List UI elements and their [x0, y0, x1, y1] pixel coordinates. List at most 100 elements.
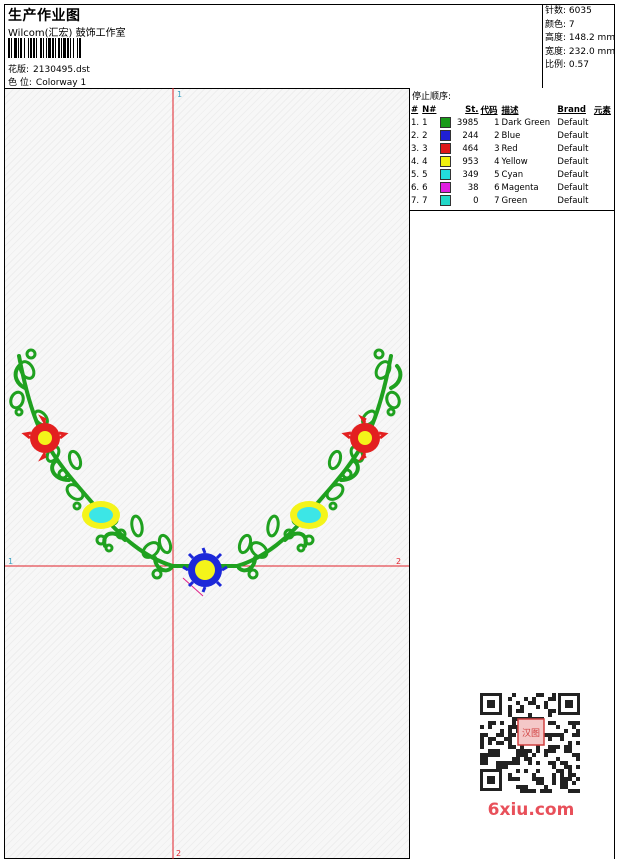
sheet-title: 生产作业图: [8, 8, 81, 24]
col-code: 代码: [480, 105, 498, 116]
guide-label-right: 2: [396, 557, 401, 566]
stat-stitches: 针数: 6035: [545, 6, 592, 16]
row-needle: 2: [422, 130, 428, 141]
swatch-icon: [440, 182, 452, 193]
row-element: [593, 142, 614, 155]
row-brand: Default: [557, 169, 589, 180]
row-stitches: 349: [462, 169, 479, 180]
row-brand: Default: [557, 130, 589, 141]
stat-scale: 比例: 0.57: [545, 60, 589, 70]
stat-width: 宽度: 232.0 mm: [545, 46, 616, 57]
stats-box: 针数: 6035 颜色: 7 高度: 148.2 mm 宽度: 232.0 mm…: [542, 5, 616, 88]
table-row: 1. 1 3985 1 Dark Green Default: [410, 116, 614, 129]
yellow-flower-right: [290, 501, 328, 529]
watermark: 汉图 6xiu.com: [472, 685, 590, 820]
row-brand: Default: [557, 143, 589, 154]
yellow-flower-left: [82, 501, 120, 529]
row-needle: 4: [422, 156, 428, 167]
stop-sequence-table: # N# St. 代码 描述 Brand 元素 1. 1 3985 1 Dark Gre…: [410, 103, 614, 207]
table-row: 3. 3 464 3 Red Default: [410, 142, 614, 155]
row-brand: Default: [557, 182, 589, 193]
row-element: [593, 129, 614, 142]
row-element: [593, 181, 614, 194]
production-sheet: 生产作业图 Wilcom(汇宏) 鼓饰工作室 花版: 2130495.dst 色 …: [4, 4, 615, 859]
row-index: 6.: [411, 182, 420, 193]
table-row: 4. 4 953 4 Yellow Default: [410, 155, 614, 168]
col-index: #: [411, 104, 419, 115]
leaf-outlines: [9, 348, 401, 580]
row-code: 1: [494, 117, 500, 128]
design-canvas: 1 2 1 2: [5, 88, 410, 859]
row-code: 6: [494, 182, 500, 193]
row-needle: 3: [422, 143, 428, 154]
colorway: 色 位: Colorway 1: [8, 75, 86, 88]
row-index: 4.: [411, 156, 420, 167]
row-brand: Default: [557, 117, 589, 128]
row-description: Blue: [501, 130, 521, 141]
row-needle: 7: [422, 195, 428, 206]
swatch-icon: [440, 143, 452, 154]
row-code: 7: [494, 195, 500, 206]
row-index: 7.: [411, 195, 420, 206]
row-element: [593, 168, 614, 181]
swatch-icon: [440, 117, 452, 128]
color-swatch: [439, 181, 453, 194]
row-needle: 5: [422, 169, 428, 180]
color-swatch: [439, 129, 453, 142]
row-index: 2.: [411, 130, 420, 141]
colorway-value: Colorway 1: [35, 78, 87, 88]
seal-text: 汉图: [522, 728, 540, 739]
table-row: 6. 6 38 6 Magenta Default: [410, 181, 614, 194]
swatch-icon: [440, 195, 452, 206]
swatch-icon: [440, 169, 452, 180]
pattern-file: 花版: 2130495.dst: [8, 62, 90, 75]
colorway-label: 色 位:: [8, 78, 32, 88]
row-stitches: 3985: [456, 117, 479, 128]
stop-sequence-title: 停止顺序:: [412, 92, 452, 102]
row-stitches: 244: [462, 130, 479, 141]
row-description: Magenta: [501, 182, 539, 193]
row-description: Green: [501, 195, 528, 206]
stat-height: 高度: 148.2 mm: [545, 33, 616, 43]
row-description: Yellow: [501, 156, 528, 167]
row-description: Cyan: [501, 169, 524, 180]
row-description: Dark Green: [501, 117, 551, 128]
barcode: [8, 38, 148, 58]
color-swatch: [439, 142, 453, 155]
row-code: 5: [494, 169, 500, 180]
col-needle: N#: [422, 104, 437, 115]
row-stitches: 38: [467, 182, 479, 193]
col-element: 元素: [593, 105, 611, 116]
row-code: 3: [494, 143, 500, 154]
row-needle: 1: [422, 117, 428, 128]
watermark-text: 6xiu.com: [488, 800, 575, 820]
swatch-icon: [440, 156, 452, 167]
sheet-header: 生产作业图 Wilcom(汇宏) 鼓饰工作室 花版: 2130495.dst 色 …: [5, 5, 616, 89]
col-description: 描述: [501, 105, 519, 116]
color-swatch: [439, 116, 453, 129]
guide-label-bottom: 2: [176, 849, 181, 858]
row-stitches: 0: [473, 195, 479, 206]
table-row: 2. 2 244 2 Blue Default: [410, 129, 614, 142]
table-row: 7. 7 0 7 Green Default: [410, 194, 614, 207]
guide-label-left: 1: [8, 557, 13, 566]
row-index: 5.: [411, 169, 420, 180]
row-code: 4: [494, 156, 500, 167]
row-element: [593, 116, 614, 129]
table-row: 5. 5 349 5 Cyan Default: [410, 168, 614, 181]
swatch-icon: [440, 130, 452, 141]
blue-flower-center: [182, 547, 228, 593]
row-brand: Default: [557, 195, 589, 206]
col-stitches: St.: [465, 104, 479, 115]
row-brand: Default: [557, 156, 589, 167]
guide-label-top: 1: [177, 90, 182, 99]
row-stitches: 953: [462, 156, 479, 167]
row-index: 3.: [411, 143, 420, 154]
stat-colors: 颜色: 7: [545, 19, 575, 30]
row-needle: 6: [422, 182, 428, 193]
color-swatch: [439, 155, 453, 168]
table-header-row: # N# St. 代码 描述 Brand 元素: [410, 103, 614, 116]
col-brand: Brand: [557, 104, 586, 115]
row-index: 1.: [411, 117, 420, 128]
color-swatch: [439, 194, 453, 207]
